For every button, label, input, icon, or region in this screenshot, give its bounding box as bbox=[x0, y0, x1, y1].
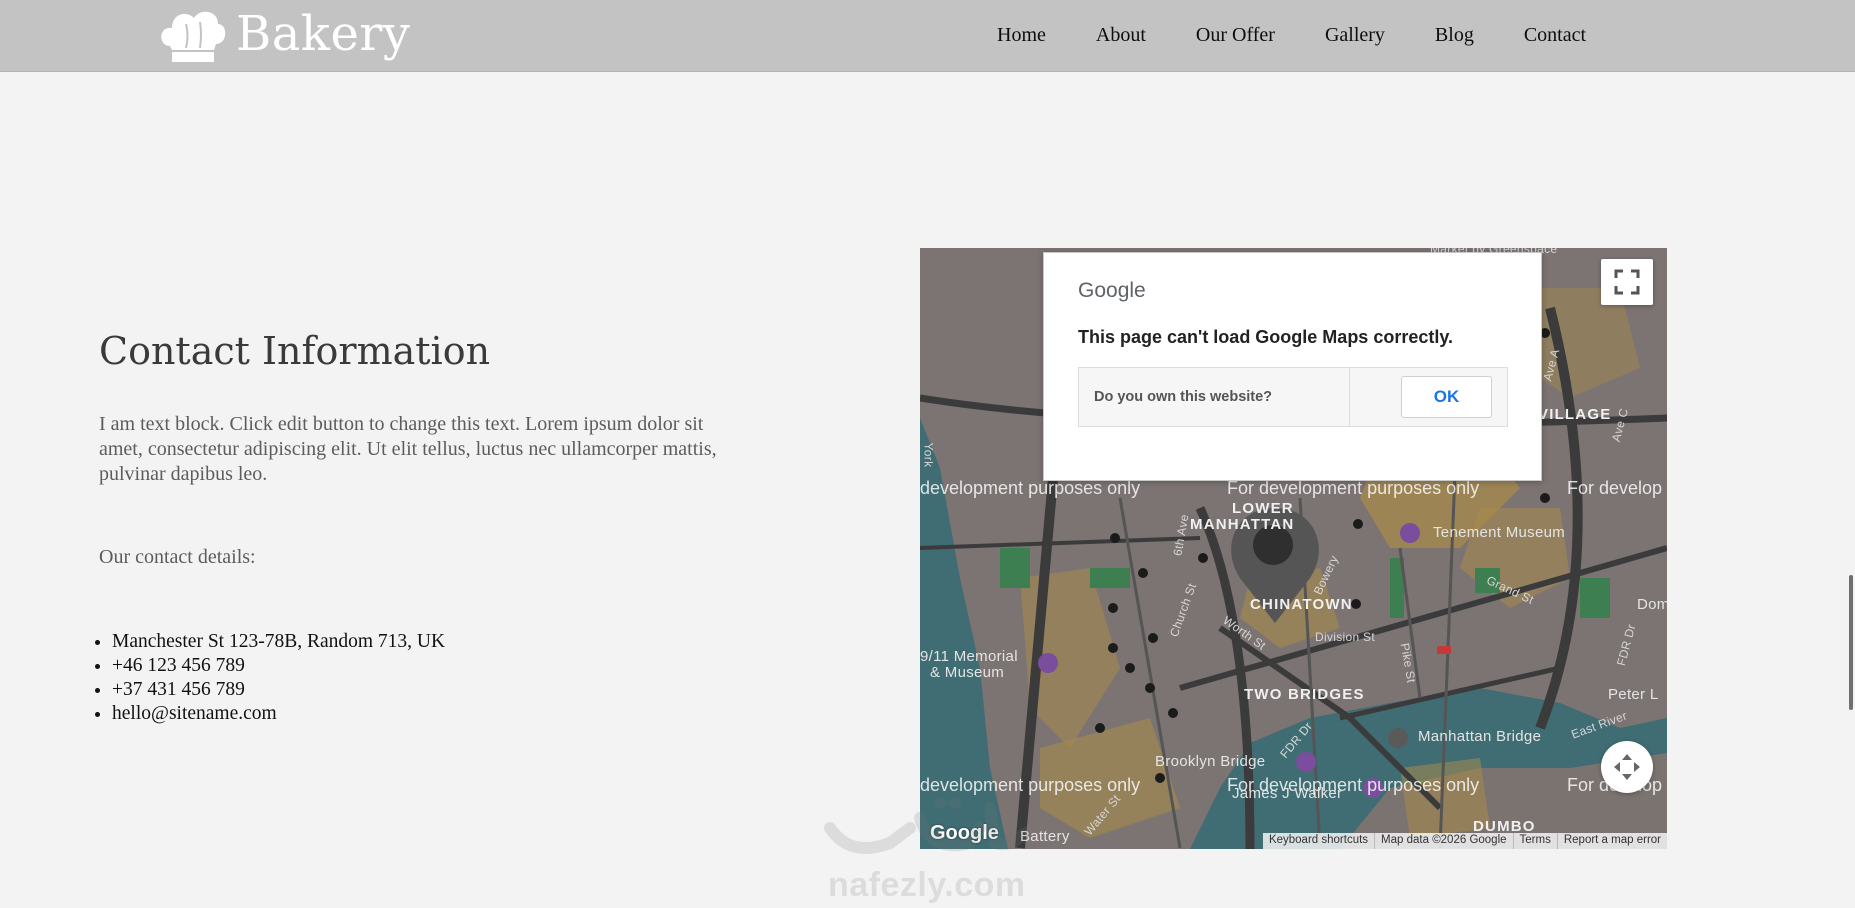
map-label: & Museum bbox=[930, 664, 1005, 681]
map-label: Dom bbox=[1637, 596, 1667, 613]
contact-email[interactable]: hello@sitename.com bbox=[112, 702, 445, 726]
nav-gallery[interactable]: Gallery bbox=[1325, 24, 1385, 47]
map-label: James J Walker bbox=[1232, 785, 1343, 802]
chef-hat-icon bbox=[161, 11, 226, 62]
contact-phone-2: +37 431 456 789 bbox=[112, 678, 445, 702]
dev-notice: For develop bbox=[1567, 478, 1663, 498]
map-label: Manhattan Bridge bbox=[1418, 728, 1542, 745]
map-label: York bbox=[921, 442, 936, 468]
contact-address: Manchester St 123-78B, Random 713, UK bbox=[112, 630, 445, 654]
dev-notice: development purposes only bbox=[920, 775, 1141, 795]
dev-notice: For development purposes only bbox=[1227, 478, 1480, 498]
map-label: Peter L bbox=[1608, 686, 1659, 703]
map-label: TWO BRIDGES bbox=[1244, 686, 1365, 703]
report-map-error-link[interactable]: Report a map error bbox=[1556, 833, 1667, 849]
contact-details-heading: Our contact details: bbox=[99, 546, 256, 568]
dialog-google-logo: Google bbox=[1078, 279, 1146, 302]
map-label: LOWER bbox=[1232, 500, 1294, 517]
dialog-message: This page can't load Google Maps correct… bbox=[1078, 327, 1454, 347]
site-logo[interactable]: Bakery bbox=[156, 4, 410, 64]
google-map[interactable]: development purposes only For developmen… bbox=[920, 248, 1667, 849]
fullscreen-button[interactable] bbox=[1601, 259, 1653, 305]
google-map-logo: Google bbox=[930, 822, 999, 844]
map-attribution: Keyboard shortcuts Map data ©2026 Google… bbox=[1262, 833, 1667, 849]
map-label: Battery bbox=[1020, 828, 1070, 845]
ok-button[interactable]: OK bbox=[1401, 376, 1492, 418]
contact-description: I am text block. Click edit button to ch… bbox=[99, 413, 717, 485]
terms-link[interactable]: Terms bbox=[1512, 833, 1557, 849]
map-label: MANHATTAN bbox=[1190, 516, 1295, 533]
nav-home[interactable]: Home bbox=[997, 24, 1046, 47]
nav-blog[interactable]: Blog bbox=[1435, 24, 1474, 47]
page-scrollbar[interactable] bbox=[1849, 575, 1853, 710]
map-label: Division St bbox=[1315, 630, 1375, 644]
contact-details-list: Manchester St 123-78B, Random 713, UK +4… bbox=[90, 630, 445, 726]
map-camera-control[interactable] bbox=[1601, 741, 1653, 793]
map-label: VILLAGE bbox=[1538, 406, 1612, 423]
watermark-text: nafezly.com bbox=[828, 866, 1026, 904]
contact-phone-1: +46 123 456 789 bbox=[112, 654, 445, 678]
site-header: Bakery Home About Our Offer Gallery Blog… bbox=[0, 0, 1855, 72]
fullscreen-icon bbox=[1614, 269, 1640, 295]
nav-our-offer[interactable]: Our Offer bbox=[1196, 24, 1275, 47]
keyboard-shortcuts-link[interactable]: Keyboard shortcuts bbox=[1263, 833, 1374, 849]
contact-title: Contact Information bbox=[99, 329, 491, 373]
map-label: Brooklyn Bridge bbox=[1155, 753, 1266, 770]
nav-about[interactable]: About bbox=[1096, 24, 1146, 47]
dev-notice: development purposes only bbox=[920, 478, 1141, 498]
dialog-action-row: Do you own this website? OK bbox=[1078, 367, 1508, 427]
map-data-text: Map data ©2026 Google bbox=[1374, 833, 1512, 849]
logo-text: Bakery bbox=[236, 6, 411, 62]
map-label: Tenement Museum bbox=[1433, 524, 1566, 541]
pan-arrows-icon bbox=[1614, 754, 1640, 780]
nav-contact[interactable]: Contact bbox=[1524, 24, 1586, 47]
map-label: CHINATOWN bbox=[1250, 596, 1353, 613]
own-website-link[interactable]: Do you own this website? bbox=[1079, 368, 1350, 426]
map-label: 9/11 Memorial bbox=[920, 648, 1018, 665]
map-error-dialog: Google This page can't load Google Maps … bbox=[1043, 252, 1542, 481]
main-nav: Home About Our Offer Gallery Blog Contac… bbox=[997, 24, 1586, 47]
